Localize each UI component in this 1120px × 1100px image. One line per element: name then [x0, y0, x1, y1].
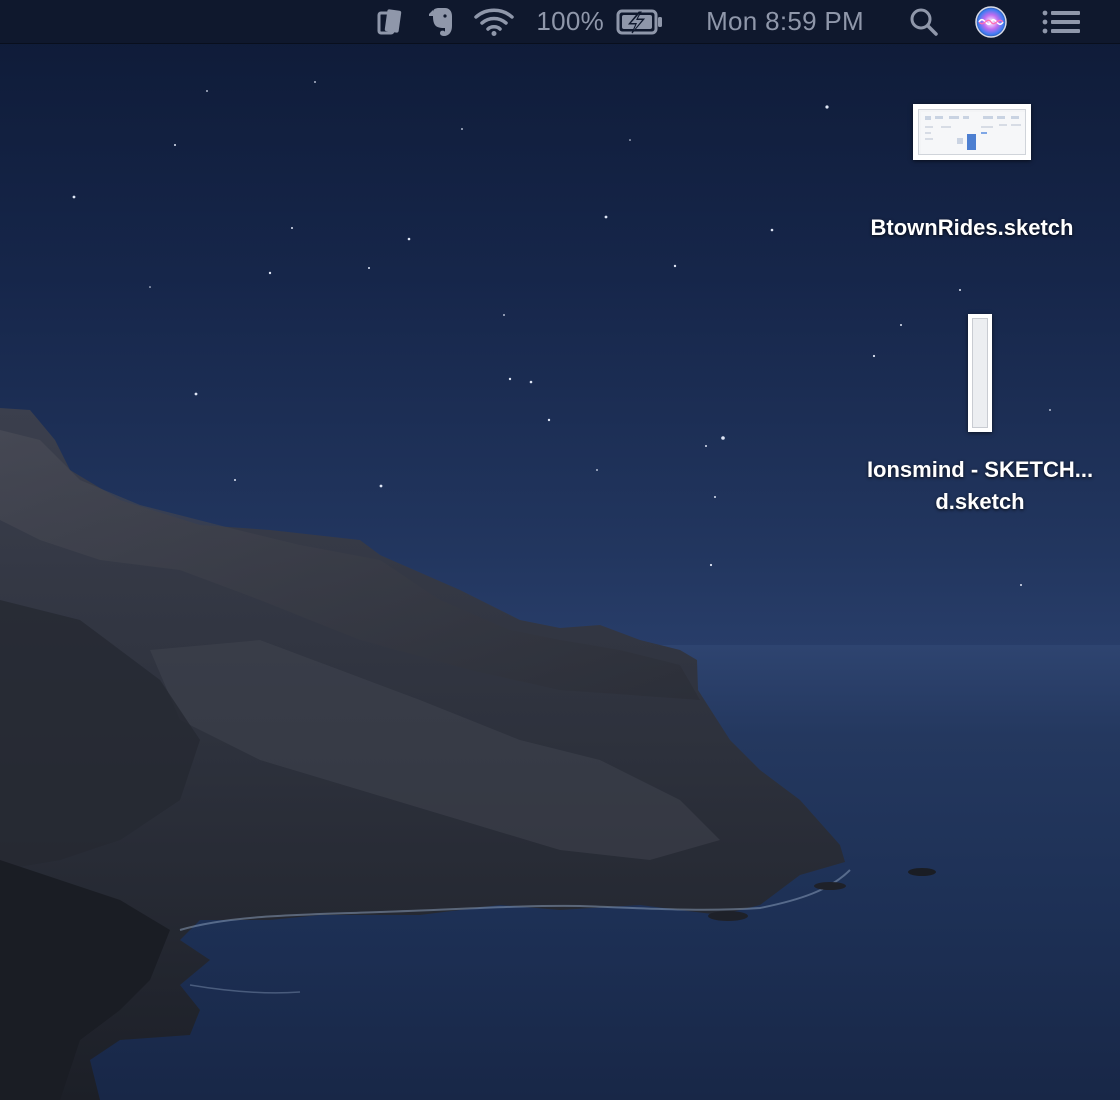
file-thumbnail[interactable] — [968, 314, 992, 432]
list-icon[interactable] — [1042, 0, 1080, 44]
clock[interactable]: Mon 8:59 PM — [706, 0, 864, 44]
desktop-file-ionsmind[interactable]: Ionsmind - SKETCH...d.sketch — [860, 314, 1100, 518]
battery-charging-icon[interactable] — [614, 0, 666, 44]
desktop[interactable]: 100% Mon 8:59 PM BtownRides.sketch Ionsm… — [0, 0, 1120, 1100]
file-thumbnail[interactable] — [913, 104, 1031, 160]
desktop-file-btownrides[interactable]: BtownRides.sketch — [852, 104, 1092, 244]
file-label[interactable]: BtownRides.sketch — [856, 212, 1088, 244]
wifi-icon[interactable] — [472, 0, 516, 44]
pastebot-icon[interactable] — [372, 0, 408, 44]
siri-icon[interactable] — [974, 0, 1008, 44]
menu-bar: 100% Mon 8:59 PM — [0, 0, 1120, 44]
battery-percentage[interactable]: 100% — [536, 0, 604, 44]
evernote-icon[interactable] — [424, 0, 458, 44]
file-label[interactable]: Ionsmind - SKETCH...d.sketch — [864, 454, 1096, 518]
search-icon[interactable] — [908, 0, 940, 44]
